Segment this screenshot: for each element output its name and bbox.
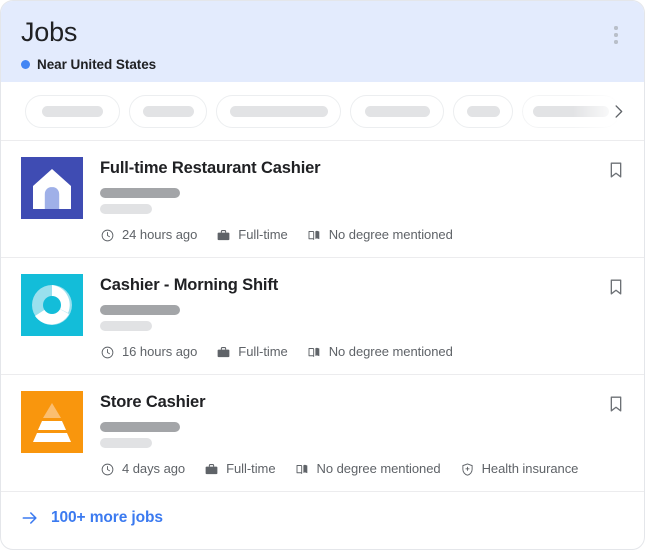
more-options-icon[interactable] <box>604 21 628 49</box>
job-meta-label: Health insurance <box>482 461 579 477</box>
job-meta-label: 4 days ago <box>122 461 185 477</box>
filter-chip[interactable] <box>216 95 341 128</box>
job-meta-item: Full-time <box>216 344 287 360</box>
book-icon <box>307 228 322 243</box>
dot <box>614 40 617 43</box>
job-details: Cashier - Morning Shift 16 hours ago Full-… <box>100 274 624 360</box>
more-jobs-label: 100+ more jobs <box>51 508 163 528</box>
job-meta-item: 4 days ago <box>100 461 185 477</box>
briefcase-icon <box>204 462 219 477</box>
bookmark-icon[interactable] <box>603 157 629 183</box>
job-meta-item: 24 hours ago <box>100 227 197 243</box>
job-meta-item: Full-time <box>216 227 287 243</box>
location-label: Near United States <box>37 56 156 73</box>
job-meta-label: Full-time <box>226 461 275 477</box>
more-jobs-link[interactable]: 100+ more jobs <box>1 491 644 544</box>
company-name-placeholder <box>100 305 180 315</box>
filter-chip-placeholder <box>143 106 194 117</box>
bookmark-icon[interactable] <box>603 391 629 417</box>
job-location-placeholder <box>100 438 152 448</box>
clock-icon <box>100 462 115 477</box>
job-details: Full-time Restaurant Cashier 24 hours ago… <box>100 157 624 243</box>
company-logo <box>21 274 83 336</box>
job-meta-label: Full-time <box>238 227 287 243</box>
filter-chip-placeholder <box>467 106 500 117</box>
jobs-header: Jobs Near United States <box>1 1 644 82</box>
dot <box>614 26 617 29</box>
company-name-placeholder <box>100 188 180 198</box>
job-list: Full-time Restaurant Cashier 24 hours ago… <box>1 140 644 491</box>
job-meta-label: 24 hours ago <box>122 227 197 243</box>
job-list-item[interactable]: Full-time Restaurant Cashier 24 hours ago… <box>1 140 644 257</box>
filter-chip-placeholder <box>42 106 103 117</box>
job-meta-item: No degree mentioned <box>307 227 453 243</box>
filter-chip-placeholder <box>533 106 609 117</box>
job-meta-row: 16 hours ago Full-time No degree mentioned <box>100 344 624 360</box>
briefcase-icon <box>216 345 231 360</box>
clock-icon <box>100 228 115 243</box>
filter-chip[interactable] <box>350 95 444 128</box>
job-list-item[interactable]: Cashier - Morning Shift 16 hours ago Full-… <box>1 257 644 374</box>
job-meta-label: Full-time <box>238 344 287 360</box>
page-title: Jobs <box>21 15 624 49</box>
job-title: Cashier - Morning Shift <box>100 275 624 296</box>
company-logo <box>21 391 83 453</box>
chevron-right-icon[interactable] <box>606 99 630 123</box>
job-location-placeholder <box>100 321 152 331</box>
job-meta-item: 16 hours ago <box>100 344 197 360</box>
job-meta-label: No degree mentioned <box>329 227 453 243</box>
book-icon <box>295 462 310 477</box>
location-dot-icon <box>21 60 30 69</box>
job-details: Store Cashier 4 days ago Full-time No degre… <box>100 391 624 477</box>
job-meta-item: Health insurance <box>460 461 579 477</box>
job-title: Full-time Restaurant Cashier <box>100 158 624 179</box>
filter-chip-placeholder <box>365 106 430 117</box>
location-line: Near United States <box>21 56 624 73</box>
job-title: Store Cashier <box>100 392 624 413</box>
briefcase-icon <box>216 228 231 243</box>
clock-icon <box>100 345 115 360</box>
company-name-placeholder <box>100 422 180 432</box>
company-logo <box>21 157 83 219</box>
filter-chip-placeholder <box>230 106 328 117</box>
job-meta-item: No degree mentioned <box>307 344 453 360</box>
job-location-placeholder <box>100 204 152 214</box>
job-meta-item: Full-time <box>204 461 275 477</box>
filter-chip[interactable] <box>129 95 207 128</box>
shield-plus-icon <box>460 462 475 477</box>
filter-chip[interactable] <box>453 95 513 128</box>
jobs-widget: Jobs Near United States Full-time Restau… <box>0 0 645 550</box>
job-meta-label: 16 hours ago <box>122 344 197 360</box>
bookmark-icon[interactable] <box>603 274 629 300</box>
job-meta-row: 4 days ago Full-time No degree mentioned He… <box>100 461 624 477</box>
job-list-item[interactable]: Store Cashier 4 days ago Full-time No degre… <box>1 374 644 491</box>
filter-chip-row <box>1 82 644 140</box>
job-meta-row: 24 hours ago Full-time No degree mentioned <box>100 227 624 243</box>
arrow-right-icon <box>20 508 40 528</box>
book-icon <box>307 345 322 360</box>
job-meta-label: No degree mentioned <box>317 461 441 477</box>
dot <box>614 33 617 36</box>
job-meta-label: No degree mentioned <box>329 344 453 360</box>
job-meta-item: No degree mentioned <box>295 461 441 477</box>
filter-chip[interactable] <box>25 95 120 128</box>
